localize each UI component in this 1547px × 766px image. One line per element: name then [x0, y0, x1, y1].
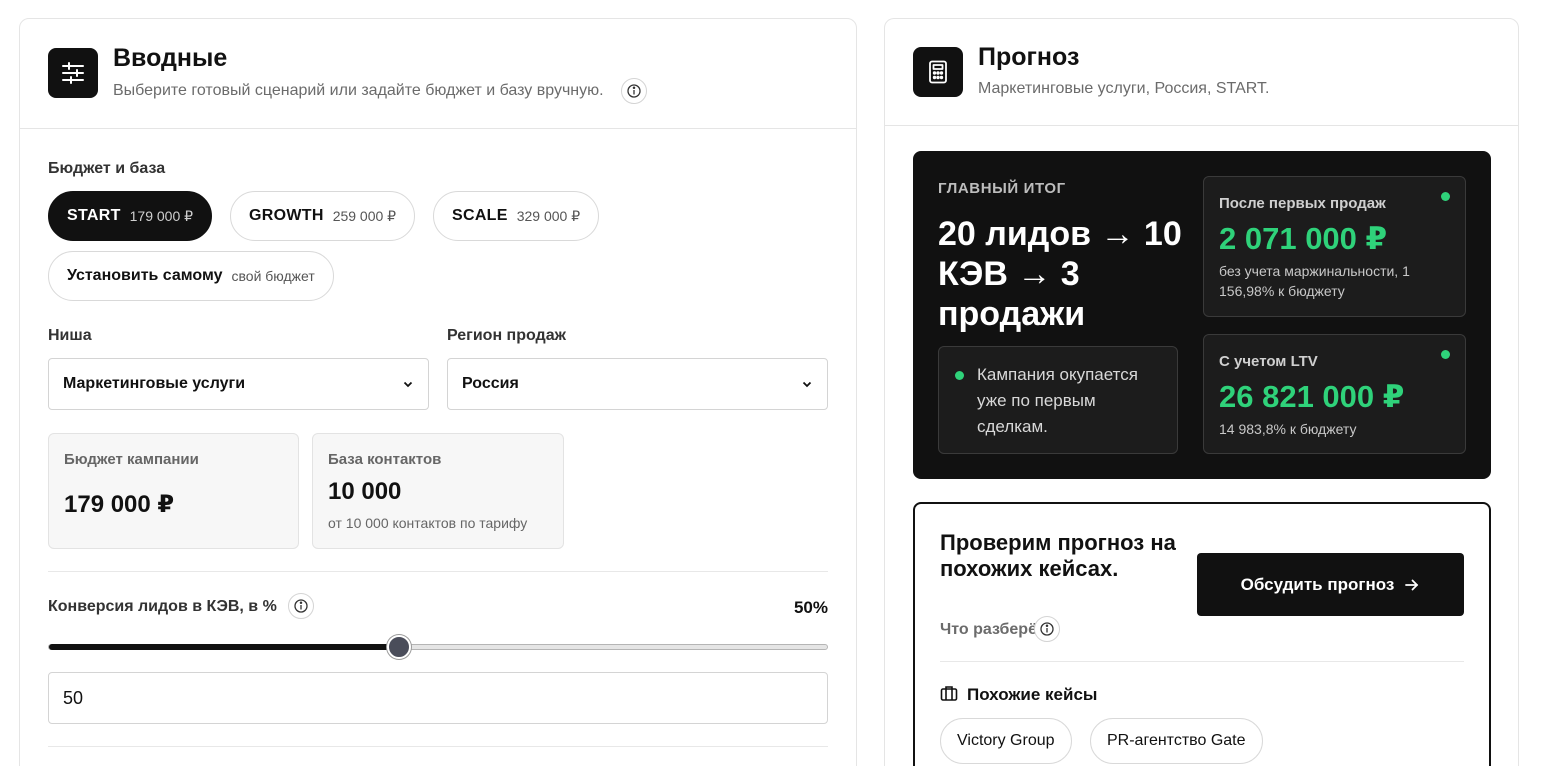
- status-dot: [955, 371, 964, 380]
- chevron-down-icon: [802, 381, 812, 388]
- plan-price: 179 000 ₽: [129, 207, 194, 224]
- chevron-down-icon: [403, 381, 413, 388]
- contacts-card-value: 10 000: [328, 478, 402, 505]
- inputs-panel: Вводные Выберите готовый сценарий или за…: [19, 18, 857, 766]
- cta-sub: Что разберём: [940, 621, 1049, 638]
- summary-headline: 20 лидов → 10 КЭВ → 3 продажи: [938, 215, 1182, 333]
- forecast-subtitle: Маркетинговые услуги, Россия, START.: [978, 80, 1270, 97]
- plan-name: SCALE: [452, 207, 508, 224]
- ltv-title: С учетом LTV: [1219, 353, 1318, 370]
- conversion-input[interactable]: [48, 672, 828, 724]
- inputs-title: Вводные: [113, 44, 228, 72]
- conversion-slider[interactable]: [48, 635, 828, 659]
- cases-title: Похожие кейсы: [967, 685, 1098, 704]
- plan-chip-start[interactable]: START 179 000 ₽: [48, 191, 213, 241]
- inputs-header: Вводные Выберите готовый сценарий или за…: [20, 19, 856, 129]
- conversion-display: 50%: [793, 598, 828, 617]
- cta-card: Проверим прогноз на похожих кейсах. Что …: [913, 502, 1491, 766]
- region-value: Россия: [462, 375, 519, 392]
- info-icon[interactable]: [621, 78, 647, 104]
- discuss-forecast-label: Обсудить прогноз: [1240, 574, 1395, 594]
- niche-select[interactable]: Маркетинговые услуги: [48, 358, 429, 410]
- ltv-value: 26 821 000 ₽: [1219, 379, 1405, 414]
- region-select[interactable]: Россия: [447, 358, 828, 410]
- summary-card: ГЛАВНЫЙ ИТОГ 20 лидов → 10 КЭВ → 3 прода…: [913, 151, 1491, 479]
- divider: [48, 746, 828, 747]
- plan-price: 329 000 ₽: [516, 207, 581, 224]
- plan-name: START: [67, 207, 121, 224]
- forecast-header: Прогноз Маркетинговые услуги, Россия, ST…: [885, 19, 1518, 126]
- status-dot: [1441, 350, 1450, 359]
- divider: [940, 661, 1464, 662]
- info-icon[interactable]: [288, 593, 314, 619]
- case-chip[interactable]: Victory Group: [940, 718, 1072, 764]
- first-sales-value: 2 071 000 ₽: [1219, 221, 1388, 256]
- budget-card: Бюджет кампании 179 000 ₽: [48, 433, 299, 549]
- slider-thumb[interactable]: [387, 635, 412, 659]
- payback-note-text: Кампания окупается уже по первым сделкам…: [977, 365, 1138, 436]
- first-sales-note: без учета маржинальности, 1 156,98% к бю…: [1219, 263, 1410, 299]
- first-sales-title: После первых продаж: [1219, 195, 1386, 212]
- briefcase-icon: [940, 686, 958, 701]
- ltv-box: С учетом LTV 26 821 000 ₽ 14 983,8% к бю…: [1203, 334, 1466, 454]
- summary-kicker: ГЛАВНЫЙ ИТОГ: [938, 180, 1066, 197]
- plan-name: Установить самому: [67, 267, 223, 284]
- plan-price: свой бюджет: [231, 268, 315, 284]
- plan-chip-scale[interactable]: SCALE 329 000 ₽: [433, 191, 600, 241]
- first-sales-box: После первых продаж 2 071 000 ₽ без учет…: [1203, 176, 1466, 317]
- plan-price: 259 000 ₽: [332, 207, 397, 224]
- ltv-note: 14 983,8% к бюджету: [1219, 421, 1357, 437]
- case-chip[interactable]: PR-агентство Gate: [1090, 718, 1263, 764]
- slider-fill: [49, 644, 400, 650]
- sliders-icon: [48, 48, 98, 98]
- info-icon[interactable]: [1034, 616, 1060, 642]
- contacts-card-label: База контактов: [328, 451, 442, 468]
- discuss-forecast-button[interactable]: Обсудить прогноз: [1197, 553, 1464, 616]
- plan-chip-custom[interactable]: Установить самому свой бюджет: [48, 251, 334, 301]
- cta-headline: Проверим прогноз на похожих кейсах.: [940, 530, 1176, 581]
- divider: [48, 571, 828, 572]
- region-label: Регион продаж: [447, 327, 566, 344]
- forecast-title: Прогноз: [978, 43, 1080, 71]
- calculator-icon: [913, 47, 963, 97]
- plan-chip-growth[interactable]: GROWTH 259 000 ₽: [230, 191, 416, 241]
- status-dot: [1441, 192, 1450, 201]
- contacts-card-note: от 10 000 контактов по тарифу: [328, 515, 528, 531]
- inputs-subtitle: Выберите готовый сценарий или задайте бю…: [113, 82, 604, 99]
- plan-name: GROWTH: [249, 207, 324, 224]
- forecast-panel: Прогноз Маркетинговые услуги, Россия, ST…: [884, 18, 1519, 766]
- payback-note: Кампания окупается уже по первым сделкам…: [938, 346, 1178, 454]
- niche-label: Ниша: [48, 327, 92, 344]
- arrow-right-icon: [1405, 579, 1419, 590]
- conversion-label: Конверсия лидов в КЭВ, в %: [48, 598, 277, 615]
- contacts-card: База контактов 10 000 от 10 000 контакто…: [312, 433, 564, 549]
- niche-value: Маркетинговые услуги: [63, 375, 246, 392]
- budget-card-label: Бюджет кампании: [64, 451, 199, 468]
- budget-section-label: Бюджет и база: [48, 160, 166, 177]
- budget-card-value: 179 000 ₽: [64, 491, 175, 518]
